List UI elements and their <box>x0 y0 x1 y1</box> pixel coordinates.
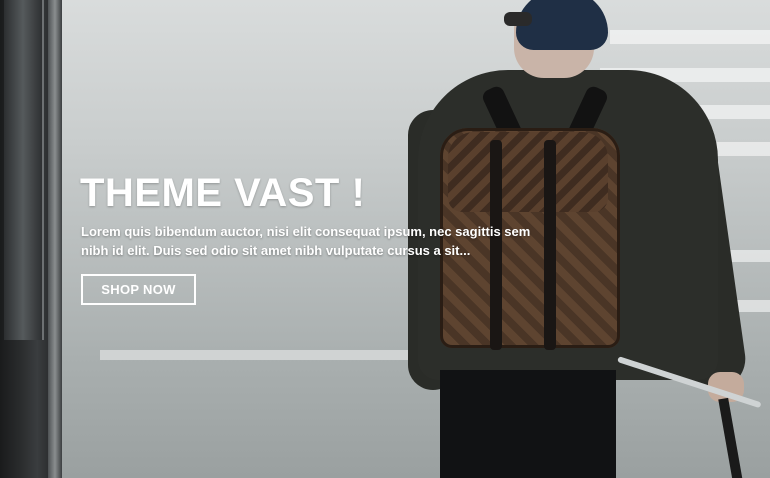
model-pants <box>440 370 616 478</box>
pole-edge <box>48 0 62 478</box>
bicycle-frame <box>718 397 744 478</box>
hero-description: Lorem quis bibendum auctor, nisi elit co… <box>81 224 531 258</box>
model-beanie <box>516 0 608 50</box>
street-pole <box>0 0 62 478</box>
road-marking <box>100 350 420 360</box>
model-sunglasses <box>504 12 532 26</box>
hero-banner: THEME VAST ! Lorem quis bibendum auctor,… <box>0 0 770 478</box>
shop-now-button[interactable]: SHOP NOW <box>81 274 196 305</box>
hero-content: THEME VAST ! Lorem quis bibendum auctor,… <box>80 170 560 305</box>
hero-title: THEME VAST ! <box>80 171 366 215</box>
pole-panel <box>4 0 44 340</box>
